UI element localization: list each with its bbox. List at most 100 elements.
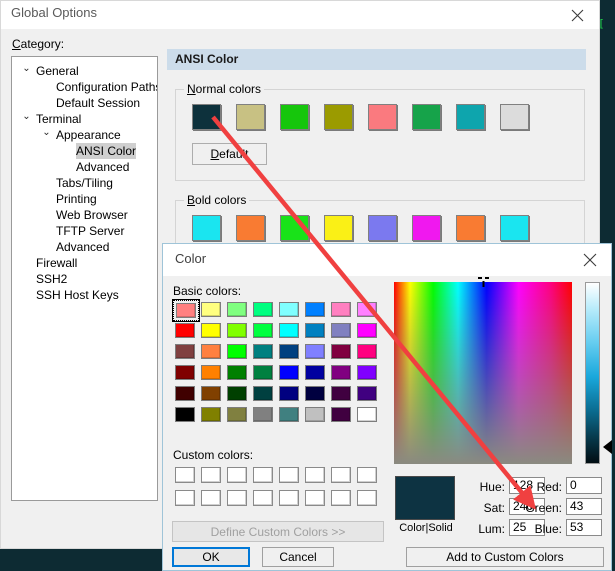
bold-color-swatch-3[interactable] xyxy=(324,215,353,241)
luminance-slider-arrow[interactable] xyxy=(603,440,612,454)
basic-color-cell-29[interactable] xyxy=(302,362,328,383)
basic-color-cell-10[interactable] xyxy=(224,320,250,341)
basic-color-cell-40[interactable] xyxy=(172,404,198,425)
default-button[interactable]: Default xyxy=(192,143,267,165)
basic-color-cell-6[interactable] xyxy=(328,299,354,320)
tree-item-terminal[interactable]: ⌄ Terminal xyxy=(12,111,157,127)
basic-color-cell-0[interactable] xyxy=(172,299,200,322)
basic-color-cell-19[interactable] xyxy=(250,341,276,362)
basic-color-cell-28[interactable] xyxy=(276,362,302,383)
define-custom-colors-button[interactable]: Define Custom Colors >> xyxy=(172,521,384,542)
tree-item-tftp-server[interactable]: TFTP Server xyxy=(12,223,157,239)
basic-color-cell-41[interactable] xyxy=(198,404,224,425)
custom-color-cell-2[interactable] xyxy=(224,463,250,486)
normal-color-swatch-6[interactable] xyxy=(456,104,485,130)
chevron-down-icon[interactable]: ⌄ xyxy=(40,125,53,141)
basic-color-cell-32[interactable] xyxy=(172,383,198,404)
custom-colors-grid[interactable] xyxy=(172,463,380,509)
basic-color-cell-24[interactable] xyxy=(172,362,198,383)
basic-color-cell-7[interactable] xyxy=(354,299,380,320)
basic-color-cell-3[interactable] xyxy=(250,299,276,320)
basic-color-cell-31[interactable] xyxy=(354,362,380,383)
basic-color-cell-11[interactable] xyxy=(250,320,276,341)
normal-color-swatch-0[interactable] xyxy=(192,104,221,130)
cancel-button[interactable]: Cancel xyxy=(262,547,334,567)
basic-color-cell-12[interactable] xyxy=(276,320,302,341)
blue-value[interactable]: 53 xyxy=(566,519,602,536)
green-field[interactable]: Green: 43 xyxy=(503,498,602,517)
chevron-down-icon[interactable]: ⌄ xyxy=(20,61,33,77)
custom-color-cell-6[interactable] xyxy=(328,463,354,486)
tree-item-ansi-color[interactable]: ANSI Color xyxy=(12,143,157,159)
bold-colors-swatches[interactable] xyxy=(192,215,529,241)
custom-color-cell-1[interactable] xyxy=(198,463,224,486)
add-to-custom-colors-button[interactable]: Add to Custom Colors xyxy=(406,547,604,567)
basic-color-cell-9[interactable] xyxy=(198,320,224,341)
red-field[interactable]: Red: 0 xyxy=(503,477,602,496)
basic-color-cell-38[interactable] xyxy=(328,383,354,404)
normal-color-swatch-2[interactable] xyxy=(280,104,309,130)
basic-color-cell-1[interactable] xyxy=(198,299,224,320)
custom-color-cell-5[interactable] xyxy=(302,463,328,486)
basic-color-cell-37[interactable] xyxy=(302,383,328,404)
custom-color-cell-14[interactable] xyxy=(328,486,354,509)
custom-color-cell-0[interactable] xyxy=(172,463,198,486)
tree-item-advanced[interactable]: Advanced xyxy=(12,239,157,255)
basic-color-cell-17[interactable] xyxy=(198,341,224,362)
luminance-slider[interactable] xyxy=(585,282,600,464)
custom-color-cell-4[interactable] xyxy=(276,463,302,486)
tree-item-configuration-paths[interactable]: Configuration Paths xyxy=(12,79,157,95)
normal-colors-swatches[interactable] xyxy=(192,104,529,130)
tree-item-ssh2[interactable]: SSH2 xyxy=(12,271,157,287)
red-value[interactable]: 0 xyxy=(566,477,602,494)
basic-color-cell-13[interactable] xyxy=(302,320,328,341)
custom-color-cell-13[interactable] xyxy=(302,486,328,509)
tree-item-appearance[interactable]: ⌄ Appearance xyxy=(12,127,157,143)
bold-color-swatch-1[interactable] xyxy=(236,215,265,241)
normal-color-swatch-3[interactable] xyxy=(324,104,353,130)
chevron-down-icon[interactable]: ⌄ xyxy=(20,109,33,125)
basic-color-cell-30[interactable] xyxy=(328,362,354,383)
tree-item-printing[interactable]: Printing xyxy=(12,191,157,207)
color-spectrum-field[interactable] xyxy=(394,277,572,464)
tree-item-advanced[interactable]: Advanced xyxy=(12,159,157,175)
bold-color-swatch-6[interactable] xyxy=(456,215,485,241)
basic-color-cell-2[interactable] xyxy=(224,299,250,320)
basic-color-cell-36[interactable] xyxy=(276,383,302,404)
basic-color-cell-5[interactable] xyxy=(302,299,328,320)
bold-color-swatch-7[interactable] xyxy=(500,215,529,241)
custom-color-cell-12[interactable] xyxy=(276,486,302,509)
tree-item-general[interactable]: ⌄ General xyxy=(12,57,157,79)
tree-item-web-browser[interactable]: Web Browser xyxy=(12,207,157,223)
normal-color-swatch-7[interactable] xyxy=(500,104,529,130)
basic-color-cell-33[interactable] xyxy=(198,383,224,404)
basic-color-cell-14[interactable] xyxy=(328,320,354,341)
basic-color-cell-26[interactable] xyxy=(224,362,250,383)
category-tree[interactable]: ⌄ General Configuration Paths Default Sessi… xyxy=(11,56,158,501)
close-icon[interactable] xyxy=(555,1,599,29)
basic-colors-grid[interactable] xyxy=(172,299,380,425)
custom-color-cell-15[interactable] xyxy=(354,486,380,509)
basic-color-cell-46[interactable] xyxy=(328,404,354,425)
basic-color-cell-4[interactable] xyxy=(276,299,302,320)
basic-color-cell-44[interactable] xyxy=(276,404,302,425)
basic-color-cell-15[interactable] xyxy=(354,320,380,341)
basic-color-cell-8[interactable] xyxy=(172,320,198,341)
custom-color-cell-11[interactable] xyxy=(250,486,276,509)
tree-item-firewall[interactable]: Firewall xyxy=(12,255,157,271)
basic-color-cell-21[interactable] xyxy=(302,341,328,362)
basic-color-cell-42[interactable] xyxy=(224,404,250,425)
basic-color-cell-34[interactable] xyxy=(224,383,250,404)
basic-color-cell-18[interactable] xyxy=(224,341,250,362)
normal-color-swatch-1[interactable] xyxy=(236,104,265,130)
basic-color-cell-45[interactable] xyxy=(302,404,328,425)
green-value[interactable]: 43 xyxy=(566,498,602,515)
tree-item-ssh-host-keys[interactable]: SSH Host Keys xyxy=(12,287,157,303)
basic-color-cell-16[interactable] xyxy=(172,341,198,362)
basic-color-cell-23[interactable] xyxy=(354,341,380,362)
basic-color-cell-43[interactable] xyxy=(250,404,276,425)
basic-color-cell-39[interactable] xyxy=(354,383,380,404)
tree-item-tabs-tiling[interactable]: Tabs/Tiling xyxy=(12,175,157,191)
basic-color-cell-22[interactable] xyxy=(328,341,354,362)
basic-color-cell-27[interactable] xyxy=(250,362,276,383)
